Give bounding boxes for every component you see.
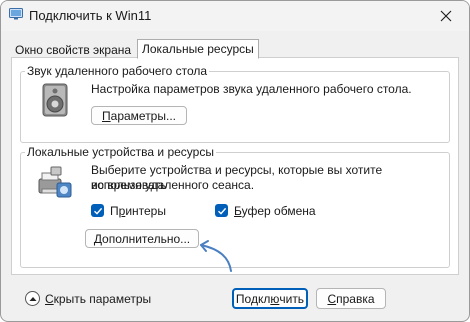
help-label-post: правка	[336, 291, 375, 306]
annotation-arrow-icon	[200, 240, 232, 272]
connect-label-pre: Подкл	[235, 291, 271, 306]
chevron-up-icon	[29, 296, 36, 301]
devices-group-title: Локальные устройства и ресурсы	[25, 145, 216, 159]
remote-desktop-connection-window: Подключить к Win11 Окно свойств экрана Л…	[0, 0, 470, 322]
checkmark-icon	[93, 207, 102, 215]
clipboard-label-post: уфер обмена	[241, 204, 316, 218]
devices-icon	[38, 166, 72, 198]
more-button[interactable]: Дополнительно...	[85, 229, 199, 248]
close-button[interactable]	[433, 5, 459, 27]
printers-label-post: интеры	[125, 204, 166, 218]
sound-group: Звук удаленного рабочего стола Настройка…	[20, 64, 450, 143]
more-button-label-post: ополнительно...	[102, 231, 191, 246]
checkmark-icon	[217, 207, 226, 215]
more-button-label-accel: Д	[93, 231, 103, 246]
clipboard-label[interactable]: Буфер обмена	[234, 204, 316, 218]
printers-checkbox[interactable]	[91, 204, 104, 217]
help-button[interactable]: Справка	[316, 288, 386, 309]
sound-settings-label-accel: П	[102, 108, 111, 123]
close-icon	[440, 10, 452, 22]
connect-label-accel: ю	[270, 291, 280, 306]
hide-options-label[interactable]: Скрыть параметры	[45, 292, 151, 306]
hide-options-toggle[interactable]	[25, 291, 40, 306]
hide-options-label-post: крыть параметры	[53, 292, 152, 306]
devices-group-description-line2: во время удаленного сеанса.	[91, 178, 255, 192]
dialog-footer: Скрыть параметры Подкл ю чить Справка	[1, 281, 469, 313]
help-label-accel: С	[327, 291, 337, 306]
sound-group-description: Настройка параметров звука удаленного ра…	[91, 82, 412, 96]
remote-desktop-app-icon	[9, 8, 23, 20]
tab-local-resources[interactable]: Локальные ресурсы	[137, 39, 259, 59]
sound-group-title: Звук удаленного рабочего стола	[25, 64, 210, 78]
sound-settings-label-post: араметры...	[110, 108, 176, 123]
speaker-icon	[42, 83, 68, 117]
connect-button[interactable]: Подкл ю чить	[232, 288, 308, 309]
connect-label-post: чить	[279, 291, 305, 306]
printers-label-pre: П	[110, 204, 119, 218]
window-title: Подключить к Win11	[29, 8, 152, 23]
sound-settings-button[interactable]: Параметры...	[91, 106, 187, 125]
clipboard-checkbox[interactable]	[215, 204, 228, 217]
clipboard-label-accel: Б	[234, 204, 242, 218]
title-bar[interactable]: Подключить к Win11	[1, 1, 469, 31]
hide-options-label-accel: С	[45, 292, 54, 306]
printers-label[interactable]: Принтеры	[110, 204, 166, 218]
